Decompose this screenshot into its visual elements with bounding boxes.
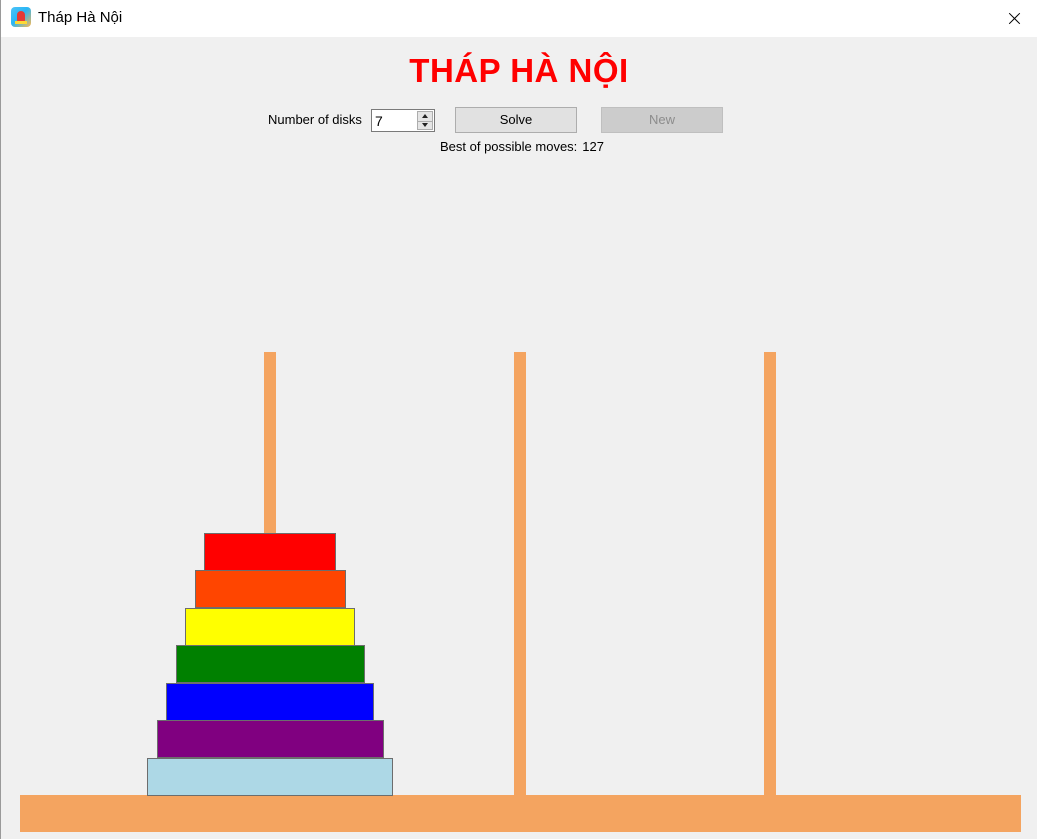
peg-3[interactable] [764,352,776,796]
stepper-down-icon[interactable] [418,121,432,130]
window-title: Tháp Hà Nội [38,9,123,26]
peg-2[interactable] [514,352,526,796]
best-moves-value: 127 [582,139,604,154]
title-bar: Tháp Hà Nội [1,0,1037,37]
peg-1[interactable] [264,352,276,796]
stepper-arrows [417,111,433,130]
disk-5[interactable] [166,682,374,721]
solve-button[interactable]: Solve [455,107,577,133]
app-icon [11,7,31,27]
number-of-disks-label: Number of disks [268,112,362,127]
page-title: THÁP HÀ NỘI [409,52,629,89]
disk-2[interactable] [194,570,346,608]
disk-3[interactable] [185,607,355,646]
best-moves-info: Best of possible moves: 127 [440,139,604,154]
disk-4[interactable] [175,645,365,683]
best-moves-label: Best of possible moves: [440,139,578,154]
disk-7[interactable] [147,757,393,796]
new-button[interactable]: New [601,107,723,133]
close-button[interactable] [991,0,1037,37]
disks-input[interactable] [373,111,419,130]
app-window: Tháp Hà Nội THÁP HÀ NỘI Number of disks … [0,0,1037,839]
disk-6[interactable] [156,720,384,758]
disks-stepper[interactable] [371,109,435,132]
tower-base [20,795,1021,832]
disk-1[interactable] [204,532,336,571]
